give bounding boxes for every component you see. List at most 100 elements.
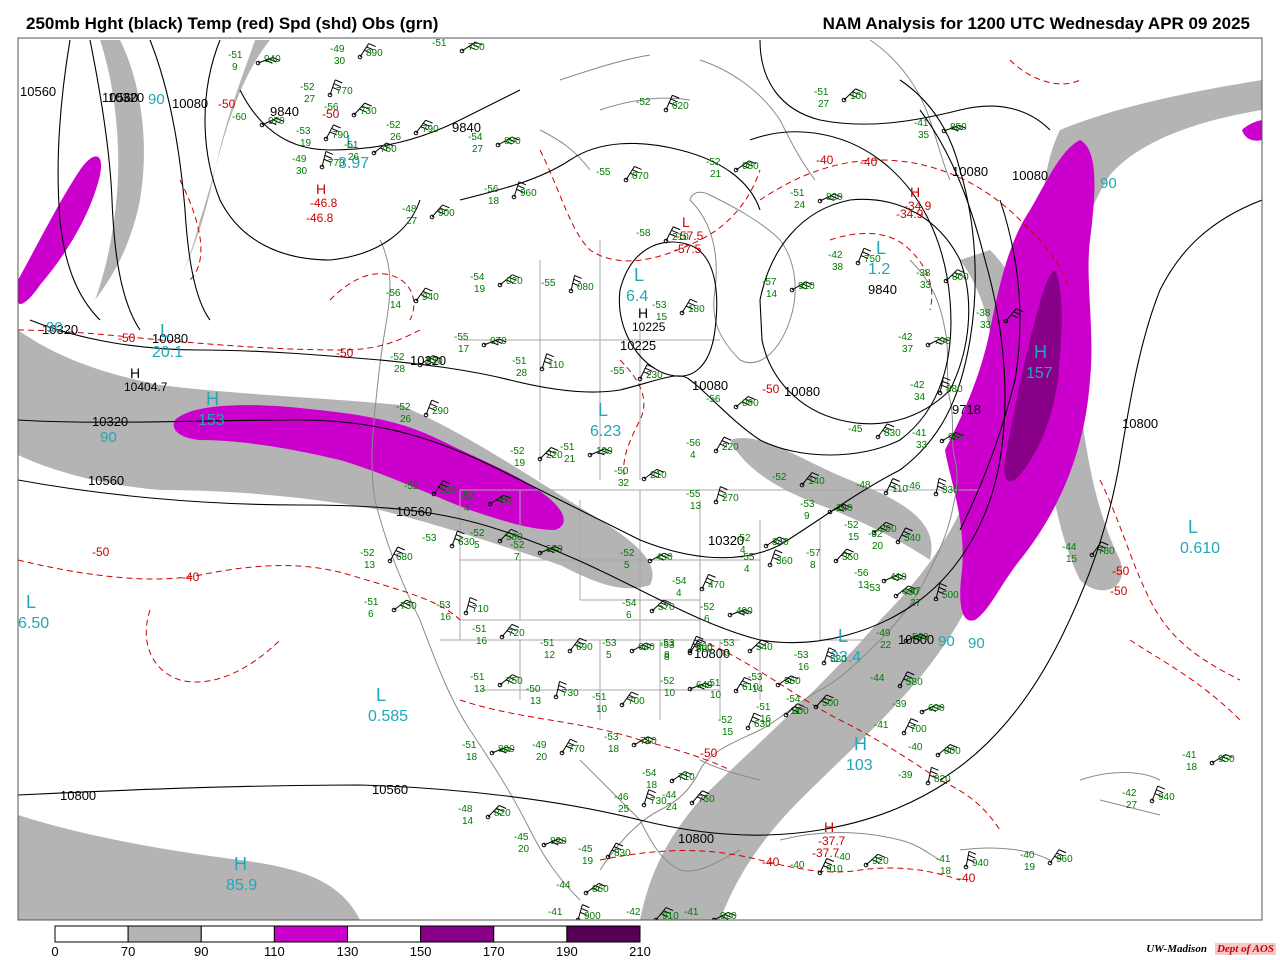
ob-height: 270: [722, 493, 739, 504]
center-letter: L: [634, 265, 644, 285]
height-label: 10560: [372, 782, 408, 797]
ob-temperature: -48: [458, 804, 473, 815]
ob-height: 800: [498, 744, 515, 755]
canada-borders: [460, 240, 720, 480]
station-ob: -5314 560: [748, 672, 801, 695]
station-ob: -578 350: [806, 548, 859, 571]
ob-dewpoint-depression: 19: [300, 138, 312, 149]
ob-height: 290: [880, 524, 897, 535]
ob-temperature: -52: [700, 602, 715, 613]
station-ob: -5427 890: [468, 132, 521, 155]
station-ob: -3833 800: [916, 268, 969, 291]
ob-height: 030: [426, 356, 443, 367]
ob-temperature: -49: [532, 740, 547, 751]
ob-height: 700: [910, 724, 927, 735]
ob-dewpoint-depression: 14: [752, 684, 764, 695]
ob-dewpoint-depression: 20: [518, 844, 530, 855]
wind-barb-feather: [892, 478, 900, 482]
colorbar-tick-label: 130: [337, 944, 359, 959]
ob-temperature: -52: [404, 481, 419, 492]
wind-barb-feather: [397, 546, 405, 551]
station-ob: -4118 950: [1182, 750, 1235, 773]
ob-height: 760: [380, 144, 397, 155]
ob-temperature: -52: [300, 82, 315, 93]
ob-height: 700: [628, 696, 645, 707]
speed-label: 90: [1100, 175, 1117, 192]
station-ob: -5419 020: [470, 272, 523, 295]
ob-height: 710: [640, 736, 657, 747]
temperature-label: -40: [816, 153, 834, 167]
ob-temperature: -51: [228, 50, 243, 61]
station-ob: -5226 790: [386, 119, 439, 143]
ob-temperature: -51: [512, 356, 527, 367]
ob-height: 180: [688, 304, 705, 315]
ob-temperature: -52: [706, 157, 721, 168]
ob-height: 750: [698, 794, 715, 805]
ob-dewpoint-depression: 27: [910, 598, 922, 609]
wind-barb-feather: [968, 850, 977, 855]
ob-temperature: -56: [706, 394, 721, 405]
ob-temperature: -49: [876, 628, 891, 639]
ob-height: 080: [742, 161, 759, 172]
ob-height: 770: [336, 86, 353, 97]
height-label: 10080: [172, 96, 208, 111]
temperature-label: -50: [92, 545, 110, 559]
station-ob: -5124 820: [790, 188, 843, 211]
extreme-letter: H: [638, 305, 648, 321]
ob-height: 750: [468, 42, 485, 53]
ob-height: 210: [672, 232, 689, 243]
ob-dewpoint-depression: 33: [916, 440, 928, 451]
ob-temperature: -51: [790, 188, 805, 199]
ob-height: 800: [944, 746, 961, 757]
ob-temperature: -54: [672, 576, 687, 587]
ob-temperature: -39: [892, 699, 907, 710]
colorbar-tick-label: 70: [121, 944, 135, 959]
ob-height: 490: [736, 606, 753, 617]
wind-barb-feather: [1058, 849, 1067, 854]
ob-dewpoint-depression: 13: [530, 696, 542, 707]
ob-dewpoint-depression: 30: [296, 166, 308, 177]
ob-dewpoint-depression: 18: [1186, 762, 1198, 773]
ob-temperature: -41: [912, 428, 927, 439]
colorbar-tick-label: 190: [556, 944, 578, 959]
ob-dewpoint-depression: 5: [624, 560, 630, 571]
station-ob: -5316 710: [436, 597, 489, 623]
jet-core-west-coast: [18, 156, 102, 305]
wind-barb-feather: [546, 353, 554, 358]
center-letter: L: [838, 626, 848, 646]
station-ob: -41 900: [548, 904, 601, 920]
ob-temperature: -51: [756, 702, 771, 713]
ob-temperature: -55: [541, 278, 556, 289]
wind-barb-feather: [863, 247, 872, 252]
ob-temperature: -52: [718, 715, 733, 726]
wind-barb-feather: [425, 119, 433, 124]
temp-contour-3: [18, 329, 421, 351]
ob-dewpoint-depression: 16: [760, 714, 772, 725]
station-ob: -5315 180: [652, 298, 705, 323]
wind-barb-feather: [469, 597, 478, 602]
ob-height: 600: [696, 642, 713, 653]
temperature-label: -40: [958, 871, 976, 885]
ob-height: 560: [912, 632, 929, 643]
ob-height: 830: [614, 848, 631, 859]
height-label: 10800: [1122, 416, 1158, 431]
ob-temperature: -39: [898, 770, 913, 781]
colorbar-segment: [566, 925, 641, 943]
ob-dewpoint-depression: 27: [1126, 800, 1138, 811]
ob-height: 750: [506, 676, 523, 687]
ob-dewpoint-depression: 15: [848, 532, 860, 543]
ob-dewpoint-depression: 21: [564, 454, 576, 465]
colorbar-tick-label: 90: [194, 944, 208, 959]
wind-barb-feather: [1157, 785, 1165, 790]
ob-temperature: -42: [898, 332, 913, 343]
temperature-label: -50: [1112, 564, 1130, 578]
extreme-value: -34.9: [904, 199, 932, 213]
wind-barb-feather: [559, 680, 567, 685]
temperature-label: -40: [182, 570, 200, 584]
ob-dewpoint-depression: 15: [1066, 554, 1078, 565]
ob-height: 830: [884, 428, 901, 439]
ob-dewpoint-depression: 33: [980, 320, 992, 331]
station-ob: -39 820: [898, 766, 951, 786]
center-value: 153: [198, 412, 225, 429]
ob-height: 480: [496, 495, 513, 506]
